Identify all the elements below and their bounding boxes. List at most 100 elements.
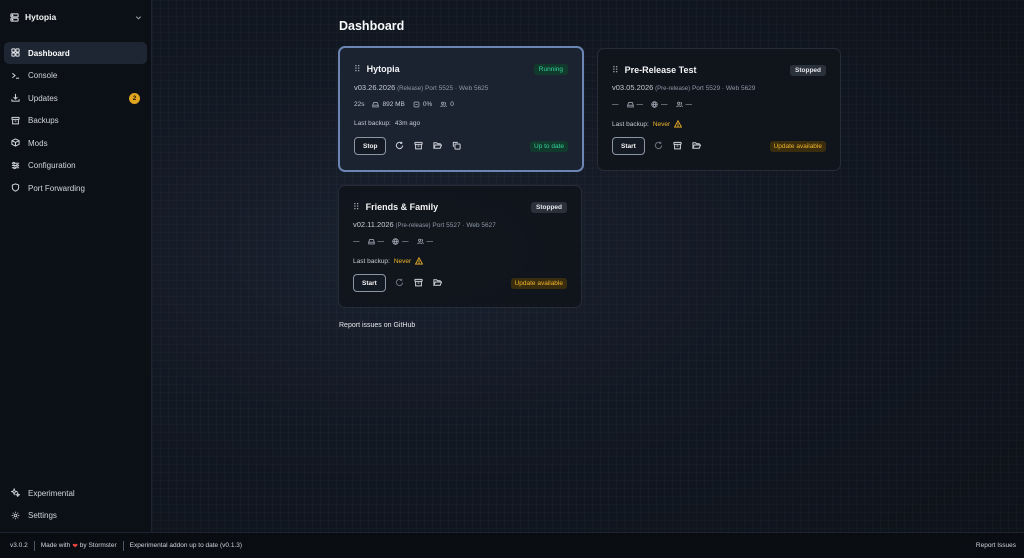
sidebar-item-mods[interactable]: Mods xyxy=(4,132,147,154)
sidebar-item-label: Backups xyxy=(28,116,59,125)
cpu-value: 0% xyxy=(422,101,433,108)
archive-icon xyxy=(11,116,21,126)
server-stats: — — — — xyxy=(612,101,692,108)
restart-icon[interactable] xyxy=(395,141,405,151)
sidebar-item-label: Console xyxy=(28,71,58,80)
sidebar-item-updates[interactable]: Updates 2 xyxy=(4,87,147,109)
uptime-stat: — xyxy=(612,101,619,108)
app-version: v3.0.2 xyxy=(10,542,28,549)
card-actions: Stop Up to date xyxy=(354,137,568,155)
status-badge: Stopped xyxy=(531,201,567,213)
globe-icon xyxy=(392,238,399,245)
shield-icon xyxy=(11,183,21,193)
server-card-hytopia[interactable]: ⠿ Hytopia Running v03.26.2026 (Release) … xyxy=(338,46,584,172)
last-backup-label: Last backup: xyxy=(354,120,391,127)
drag-handle-icon[interactable]: ⠿ xyxy=(612,65,619,76)
sidebar-item-port-forwarding[interactable]: Port Forwarding xyxy=(4,177,147,199)
server-card-pre-release-test[interactable]: ⠿ Pre-Release Test Stopped v03.05.2026 (… xyxy=(597,48,841,171)
sidebar-item-label: Port Forwarding xyxy=(28,183,85,193)
updates-count-badge: 2 xyxy=(129,93,140,104)
server-stats: 22s 892 MB 0% 0 xyxy=(354,101,454,108)
sidebar-item-dashboard[interactable]: Dashboard xyxy=(4,42,147,64)
sidebar-nav: Dashboard Console Updates 2 Backups Mods… xyxy=(4,42,147,200)
status-badge: Stopped xyxy=(790,64,826,76)
cpu-stat: — xyxy=(392,238,409,245)
server-meta: v03.05.2026 (Pre-release) Port 5529 · We… xyxy=(612,83,755,92)
stop-button[interactable]: Stop xyxy=(354,137,387,155)
card-header: ⠿ Hytopia Running xyxy=(354,62,568,76)
drag-handle-icon[interactable]: ⠿ xyxy=(354,64,361,75)
sidebar-item-backups[interactable]: Backups xyxy=(4,110,147,132)
folder-open-icon[interactable] xyxy=(432,278,443,288)
copy-icon[interactable] xyxy=(452,141,462,151)
sidebar-item-console[interactable]: Console xyxy=(4,65,147,87)
folder-open-icon[interactable] xyxy=(433,141,443,151)
memory-stat: 892 MB xyxy=(372,101,405,108)
server-version: v03.26.2026 xyxy=(354,83,396,92)
last-backup-label: Last backup: xyxy=(612,120,649,128)
server-name: Pre-Release Test xyxy=(624,65,697,75)
memory-stat: — xyxy=(626,101,644,108)
update-state-badge: Up to date xyxy=(530,140,568,152)
chevron-down-icon[interactable] xyxy=(135,14,142,21)
players-value: — xyxy=(685,101,693,108)
sidebar-item-settings[interactable]: Settings xyxy=(4,505,147,527)
footer-left: v3.0.2 Made with ❤ by Stormster Experime… xyxy=(10,540,242,551)
archive-icon[interactable] xyxy=(414,278,424,288)
folder-open-icon[interactable] xyxy=(691,141,702,151)
card-header: ⠿ Pre-Release Test Stopped xyxy=(612,63,826,77)
sidebar-item-label: Mods xyxy=(28,138,48,148)
uptime-stat: 22s xyxy=(354,101,365,108)
archive-icon[interactable] xyxy=(673,141,683,151)
dashboard-icon xyxy=(11,48,21,58)
sidebar-item-configuration[interactable]: Configuration xyxy=(4,155,147,177)
update-state-badge[interactable]: Update available xyxy=(769,140,826,152)
sidebar-item-label: Settings xyxy=(28,511,57,520)
card-header: ⠿ Friends & Family Stopped xyxy=(353,200,567,214)
report-issues-footer-link[interactable]: Report Issues xyxy=(976,542,1016,549)
players-stat: — xyxy=(416,238,434,245)
author-link[interactable]: by Stormster xyxy=(80,542,117,549)
cpu-stat: — xyxy=(651,101,668,108)
last-backup-value: Never xyxy=(393,257,412,265)
last-backup-value: Never xyxy=(652,120,671,128)
memory-value: — xyxy=(636,101,644,108)
server-ports: Port 5529 · Web 5629 xyxy=(691,85,756,92)
update-state-badge[interactable]: Update available xyxy=(510,277,567,289)
server-name: Friends & Family xyxy=(365,202,439,212)
server-channel: (Pre-release) xyxy=(655,86,691,92)
memory-stat: — xyxy=(367,238,385,245)
users-icon xyxy=(675,101,683,108)
start-button[interactable]: Start xyxy=(612,137,645,155)
made-with-text: Made with xyxy=(40,542,71,549)
restart-icon[interactable] xyxy=(395,278,405,288)
server-card-friends-family[interactable]: ⠿ Friends & Family Stopped v02.11.2026 (… xyxy=(338,185,582,308)
heart-icon: ❤ xyxy=(72,542,78,550)
server-selector[interactable]: Hytopia xyxy=(10,10,142,24)
start-button[interactable]: Start xyxy=(353,274,386,292)
restart-icon[interactable] xyxy=(654,141,664,151)
memory-value: — xyxy=(377,238,385,245)
server-channel: (Pre-release) xyxy=(395,223,431,229)
server-name: Hytopia xyxy=(366,64,400,74)
players-value: — xyxy=(426,238,434,245)
last-backup: Last backup: 43m ago xyxy=(354,120,420,127)
drag-handle-icon[interactable]: ⠿ xyxy=(353,202,360,213)
sidebar-item-label: Dashboard xyxy=(28,48,70,58)
sidebar-item-label: Configuration xyxy=(28,161,76,170)
server-stats: — — — — xyxy=(353,238,433,245)
page-title: Dashboard xyxy=(339,19,405,33)
cpu-icon xyxy=(413,101,420,108)
sidebar-item-experimental[interactable]: Experimental xyxy=(4,482,147,504)
users-icon xyxy=(416,238,424,245)
warning-icon xyxy=(674,120,683,128)
server-ports: Port 5525 · Web 5625 xyxy=(424,85,489,92)
last-backup: Last backup: Never xyxy=(353,257,424,265)
terminal-icon xyxy=(11,71,21,81)
archive-icon[interactable] xyxy=(414,141,424,151)
server-meta: v02.11.2026 (Pre-release) Port 5527 · We… xyxy=(353,220,496,229)
warning-icon xyxy=(415,257,424,265)
report-issues-link[interactable]: Report issues on GitHub xyxy=(339,322,415,329)
memory-icon xyxy=(626,101,634,108)
footer-divider xyxy=(122,540,124,551)
